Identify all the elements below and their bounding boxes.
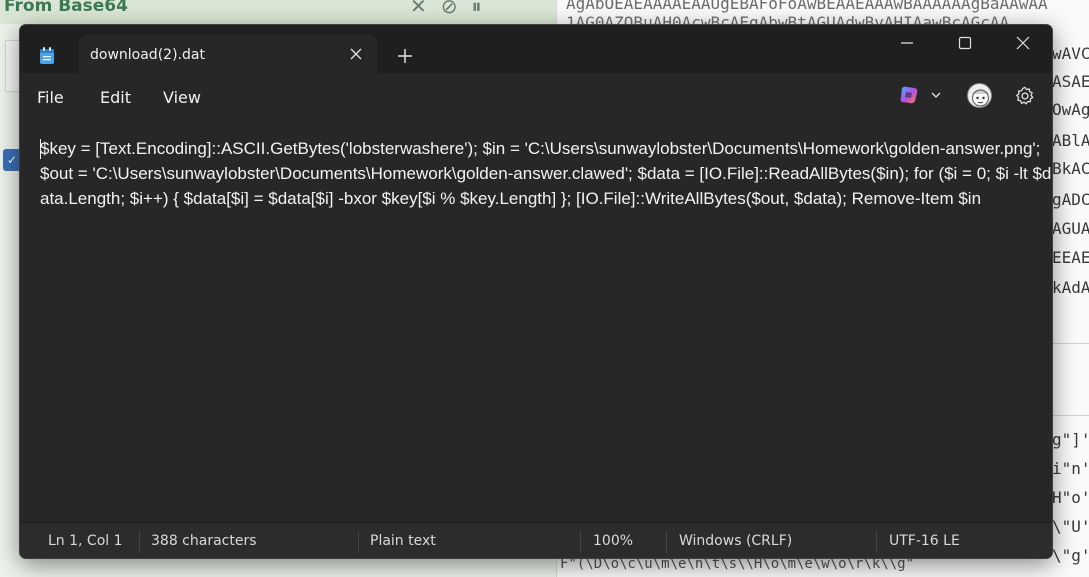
maximize-button[interactable] <box>936 25 994 59</box>
status-zoom[interactable]: 100% <box>593 533 633 549</box>
text-editor[interactable]: $key = [Text.Encoding]::ASCII.GetBytes('… <box>20 121 1052 522</box>
close-window-button[interactable] <box>994 25 1052 59</box>
background-column-text: EEAE <box>1052 248 1089 267</box>
gear-icon[interactable] <box>1014 85 1036 107</box>
chevron-down-icon[interactable] <box>930 89 942 101</box>
maximize-icon <box>958 36 972 50</box>
status-encoding[interactable]: UTF-16 LE <box>889 533 960 549</box>
tab-download-dat[interactable]: download(2).dat <box>79 35 377 75</box>
minimize-icon <box>901 42 913 44</box>
tab-title: download(2).dat <box>90 47 205 63</box>
plus-icon[interactable] <box>395 46 415 66</box>
background-disable-icon[interactable]: ⊘ <box>441 0 472 18</box>
background-column-text: BkAC <box>1052 159 1089 178</box>
status-separator <box>666 531 667 553</box>
status-separator <box>139 531 140 553</box>
status-bar: Ln 1, Col 1 388 characters Plain text 10… <box>20 522 1052 558</box>
copilot-icon[interactable] <box>898 84 920 106</box>
background-pane-icons[interactable]: ✕⊘⏸ <box>410 0 496 18</box>
status-cursor-position[interactable]: Ln 1, Col 1 <box>48 533 123 549</box>
notepad-window: download(2).dat File Edit View $key = [T… <box>19 24 1053 559</box>
status-separator <box>580 531 581 553</box>
background-column-text: i"n' <box>1052 459 1089 478</box>
background-close-icon[interactable]: ✕ <box>410 0 441 18</box>
background-column-text: wAVC <box>1052 44 1089 63</box>
avatar[interactable] <box>967 83 992 108</box>
status-separator <box>876 531 877 553</box>
background-column-text: g"]' <box>1052 430 1089 449</box>
close-icon[interactable] <box>345 43 367 65</box>
background-column-text: AGUA <box>1052 219 1089 238</box>
minimize-button[interactable] <box>878 25 936 59</box>
background-column-text: OwAg <box>1052 100 1089 119</box>
background-column-text: \"U' <box>1052 517 1089 536</box>
close-icon <box>1016 36 1030 50</box>
background-divider <box>1052 415 1089 416</box>
background-pause-icon[interactable]: ⏸ <box>472 0 496 18</box>
menu-edit[interactable]: Edit <box>100 88 131 107</box>
background-divider <box>1052 343 1089 344</box>
background-bottom-line: F"(\D\o\c\u\m\e\n\t\s\\H\o\m\e\w\o\r\k\\… <box>560 556 915 572</box>
status-line-ending[interactable]: Windows (CRLF) <box>679 533 792 549</box>
background-column-text: ASAE <box>1052 72 1089 91</box>
status-character-count: 388 characters <box>151 533 257 549</box>
background-column-text: kAdA <box>1052 278 1089 297</box>
title-bar[interactable]: download(2).dat <box>20 25 1052 75</box>
background-column-text: H"o' <box>1052 488 1089 507</box>
menu-file[interactable]: File <box>37 88 64 107</box>
notepad-icon <box>40 47 54 64</box>
status-format[interactable]: Plain text <box>370 533 436 549</box>
background-output-line: AgAbOEAEAAAAEAAUgEBAFoFoAwBEAAEAAAwBAAAA… <box>566 0 1048 13</box>
background-column-text: gADC <box>1052 190 1089 209</box>
background-column-text: ABlA <box>1052 131 1089 150</box>
background-pane-title: From Base64 <box>4 0 128 16</box>
menu-view[interactable]: View <box>163 88 201 107</box>
status-separator <box>358 531 359 553</box>
editor-content[interactable]: $key = [Text.Encoding]::ASCII.GetBytes('… <box>40 136 1052 211</box>
